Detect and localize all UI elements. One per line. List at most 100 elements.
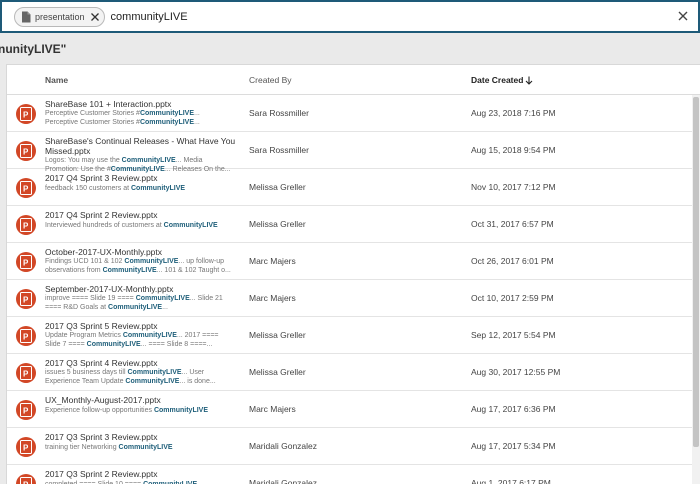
snippet-text: ... 101 & 102 Taught o... [157, 267, 231, 274]
snippet-text: ... Slide 21 [190, 295, 223, 302]
snippet-text: ... ==== Slide 8 ====... [141, 341, 213, 348]
date-created: Oct 10, 2017 2:59 PM [471, 293, 554, 303]
file-name[interactable]: 2017 Q4 Sprint 3 Review.pptx [45, 173, 240, 183]
powerpoint-icon: P [16, 141, 36, 161]
table-row[interactable]: P 2017 Q3 Sprint 3 Review.pptx training … [7, 428, 693, 465]
svg-text:P: P [23, 111, 29, 120]
file-name[interactable]: 2017 Q3 Sprint 5 Review.pptx [45, 321, 240, 331]
scrollbar[interactable] [692, 95, 700, 484]
file-name[interactable]: ShareBase's Continual Releases - What Ha… [45, 136, 240, 156]
snippet-highlight: CommunityLIVE [119, 444, 173, 451]
snippet-highlight: CommunityLIVE [108, 304, 162, 311]
table-row[interactable]: P ShareBase 101 + Interaction.pptx Perce… [7, 95, 693, 132]
svg-text:P: P [23, 185, 29, 194]
snippet-highlight: CommunityLIVE [164, 222, 218, 229]
match-snippet: completed ==== Slide 10 ==== CommunityLI… [45, 480, 240, 484]
chip-remove-icon[interactable] [90, 12, 100, 22]
file-name[interactable]: 2017 Q3 Sprint 3 Review.pptx [45, 432, 240, 442]
table-row[interactable]: P 2017 Q3 Sprint 2 Review.pptx completed… [7, 465, 693, 484]
svg-text:P: P [23, 148, 29, 157]
svg-text:P: P [23, 259, 29, 268]
file-name[interactable]: ShareBase 101 + Interaction.pptx [45, 99, 240, 109]
table-row[interactable]: P 2017 Q4 Sprint 2 Review.pptx Interview… [7, 206, 693, 243]
date-created: Nov 10, 2017 7:12 PM [471, 182, 556, 192]
svg-text:P: P [23, 333, 29, 342]
svg-text:P: P [23, 296, 29, 305]
snippet-text: Perceptive Customer Stories # [45, 110, 140, 117]
file-name[interactable]: 2017 Q3 Sprint 2 Review.pptx [45, 469, 240, 479]
snippet-text: ... up follow-up [178, 258, 224, 265]
sort-descending-icon [525, 76, 533, 85]
column-header-name[interactable]: Name [45, 75, 68, 85]
table-row[interactable]: P October-2017-UX-Monthly.pptx Findings … [7, 243, 693, 280]
date-created: Aug 17, 2017 6:36 PM [471, 404, 556, 414]
file-name[interactable]: October-2017-UX-Monthly.pptx [45, 247, 240, 257]
search-bar[interactable]: presentation communityLIVE [0, 0, 700, 33]
table-row[interactable]: P September-2017-UX-Monthly.pptx improve… [7, 280, 693, 317]
filter-chip-presentation[interactable]: presentation [14, 7, 105, 27]
snippet-text: improve ==== Slide 19 ==== [45, 295, 136, 302]
powerpoint-icon: P [16, 215, 36, 235]
snippet-text: observations from [45, 267, 103, 274]
snippet-text: ... [162, 304, 168, 311]
created-by: Sara Rossmiller [249, 108, 309, 118]
created-by: Maridali Gonzalez [249, 441, 317, 451]
svg-text:P: P [23, 222, 29, 231]
match-snippet: Perceptive Customer Stories #CommunityLI… [45, 109, 240, 118]
file-name[interactable]: 2017 Q3 Sprint 4 Review.pptx [45, 358, 240, 368]
date-created: Aug 23, 2018 7:16 PM [471, 108, 556, 118]
snippet-text: Experience follow-up opportunities [45, 407, 154, 414]
column-header-created-by[interactable]: Created By [249, 75, 292, 85]
snippet-highlight: CommunityLIVE [131, 185, 185, 192]
table-row[interactable]: P ShareBase's Continual Releases - What … [7, 132, 693, 169]
date-created: Aug 15, 2018 9:54 PM [471, 145, 556, 155]
created-by: Melissa Greller [249, 219, 306, 229]
powerpoint-icon: P [16, 289, 36, 309]
created-by: Melissa Greller [249, 330, 306, 340]
table-row[interactable]: P 2017 Q3 Sprint 4 Review.pptx issues 5 … [7, 354, 693, 391]
snippet-text: Interviewed hundreds of customers at [45, 222, 164, 229]
file-name[interactable]: UX_Monthly-August-2017.pptx [45, 395, 240, 405]
snippet-highlight: CommunityLIVE [140, 110, 194, 117]
created-by: Marc Majers [249, 256, 296, 266]
filter-chip-label: presentation [35, 12, 85, 22]
snippet-text: ==== R&D Goals at [45, 304, 108, 311]
snippet-text: ... [194, 119, 200, 126]
snippet-highlight: CommunityLIVE [125, 378, 179, 385]
snippet-text: ... Media [176, 157, 203, 164]
snippet-text: Experience Team Update [45, 378, 125, 385]
table-row[interactable]: P 2017 Q3 Sprint 5 Review.pptx Update Pr… [7, 317, 693, 354]
snippet-text: feedback 150 customers at [45, 185, 131, 192]
created-by: Marc Majers [249, 404, 296, 414]
scrollbar-thumb[interactable] [693, 97, 699, 447]
snippet-highlight: CommunityLIVE [87, 341, 141, 348]
column-header-date-created[interactable]: Date Created [471, 75, 533, 85]
file-name[interactable]: 2017 Q4 Sprint 2 Review.pptx [45, 210, 240, 220]
date-created: Oct 31, 2017 6:57 PM [471, 219, 554, 229]
svg-text:P: P [23, 444, 29, 453]
snippet-highlight: CommunityLIVE [124, 258, 178, 265]
match-snippet: ==== R&D Goals at CommunityLIVE... [45, 303, 240, 312]
date-created: Oct 26, 2017 6:01 PM [471, 256, 554, 266]
snippet-text: Logos: You may use the [45, 157, 122, 164]
match-snippet: Experience Team Update CommunityLIVE... … [45, 377, 240, 386]
powerpoint-icon: P [16, 400, 36, 420]
match-snippet: Experience follow-up opportunities Commu… [45, 406, 240, 415]
match-snippet: Slide 7 ==== CommunityLIVE... ==== Slide… [45, 340, 240, 349]
table-row[interactable]: P 2017 Q4 Sprint 3 Review.pptx feedback … [7, 169, 693, 206]
created-by: Marc Majers [249, 293, 296, 303]
powerpoint-icon: P [16, 437, 36, 457]
snippet-highlight: CommunityLIVE [122, 157, 176, 164]
file-name[interactable]: September-2017-UX-Monthly.pptx [45, 284, 240, 294]
match-snippet: training tier Networking CommunityLIVE [45, 443, 240, 452]
document-icon [21, 11, 31, 23]
results-heading: nunityLIVE" [0, 42, 66, 56]
search-input[interactable]: communityLIVE [111, 11, 188, 23]
close-icon[interactable] [676, 9, 690, 23]
snippet-highlight: CommunityLIVE [127, 369, 181, 376]
snippet-text: Perceptive Customer Stories # [45, 119, 140, 126]
snippet-text: ... is done... [179, 378, 215, 385]
powerpoint-icon: P [16, 474, 36, 484]
match-snippet: Perceptive Customer Stories #CommunityLI… [45, 118, 240, 127]
table-row[interactable]: P UX_Monthly-August-2017.pptx Experience… [7, 391, 693, 428]
